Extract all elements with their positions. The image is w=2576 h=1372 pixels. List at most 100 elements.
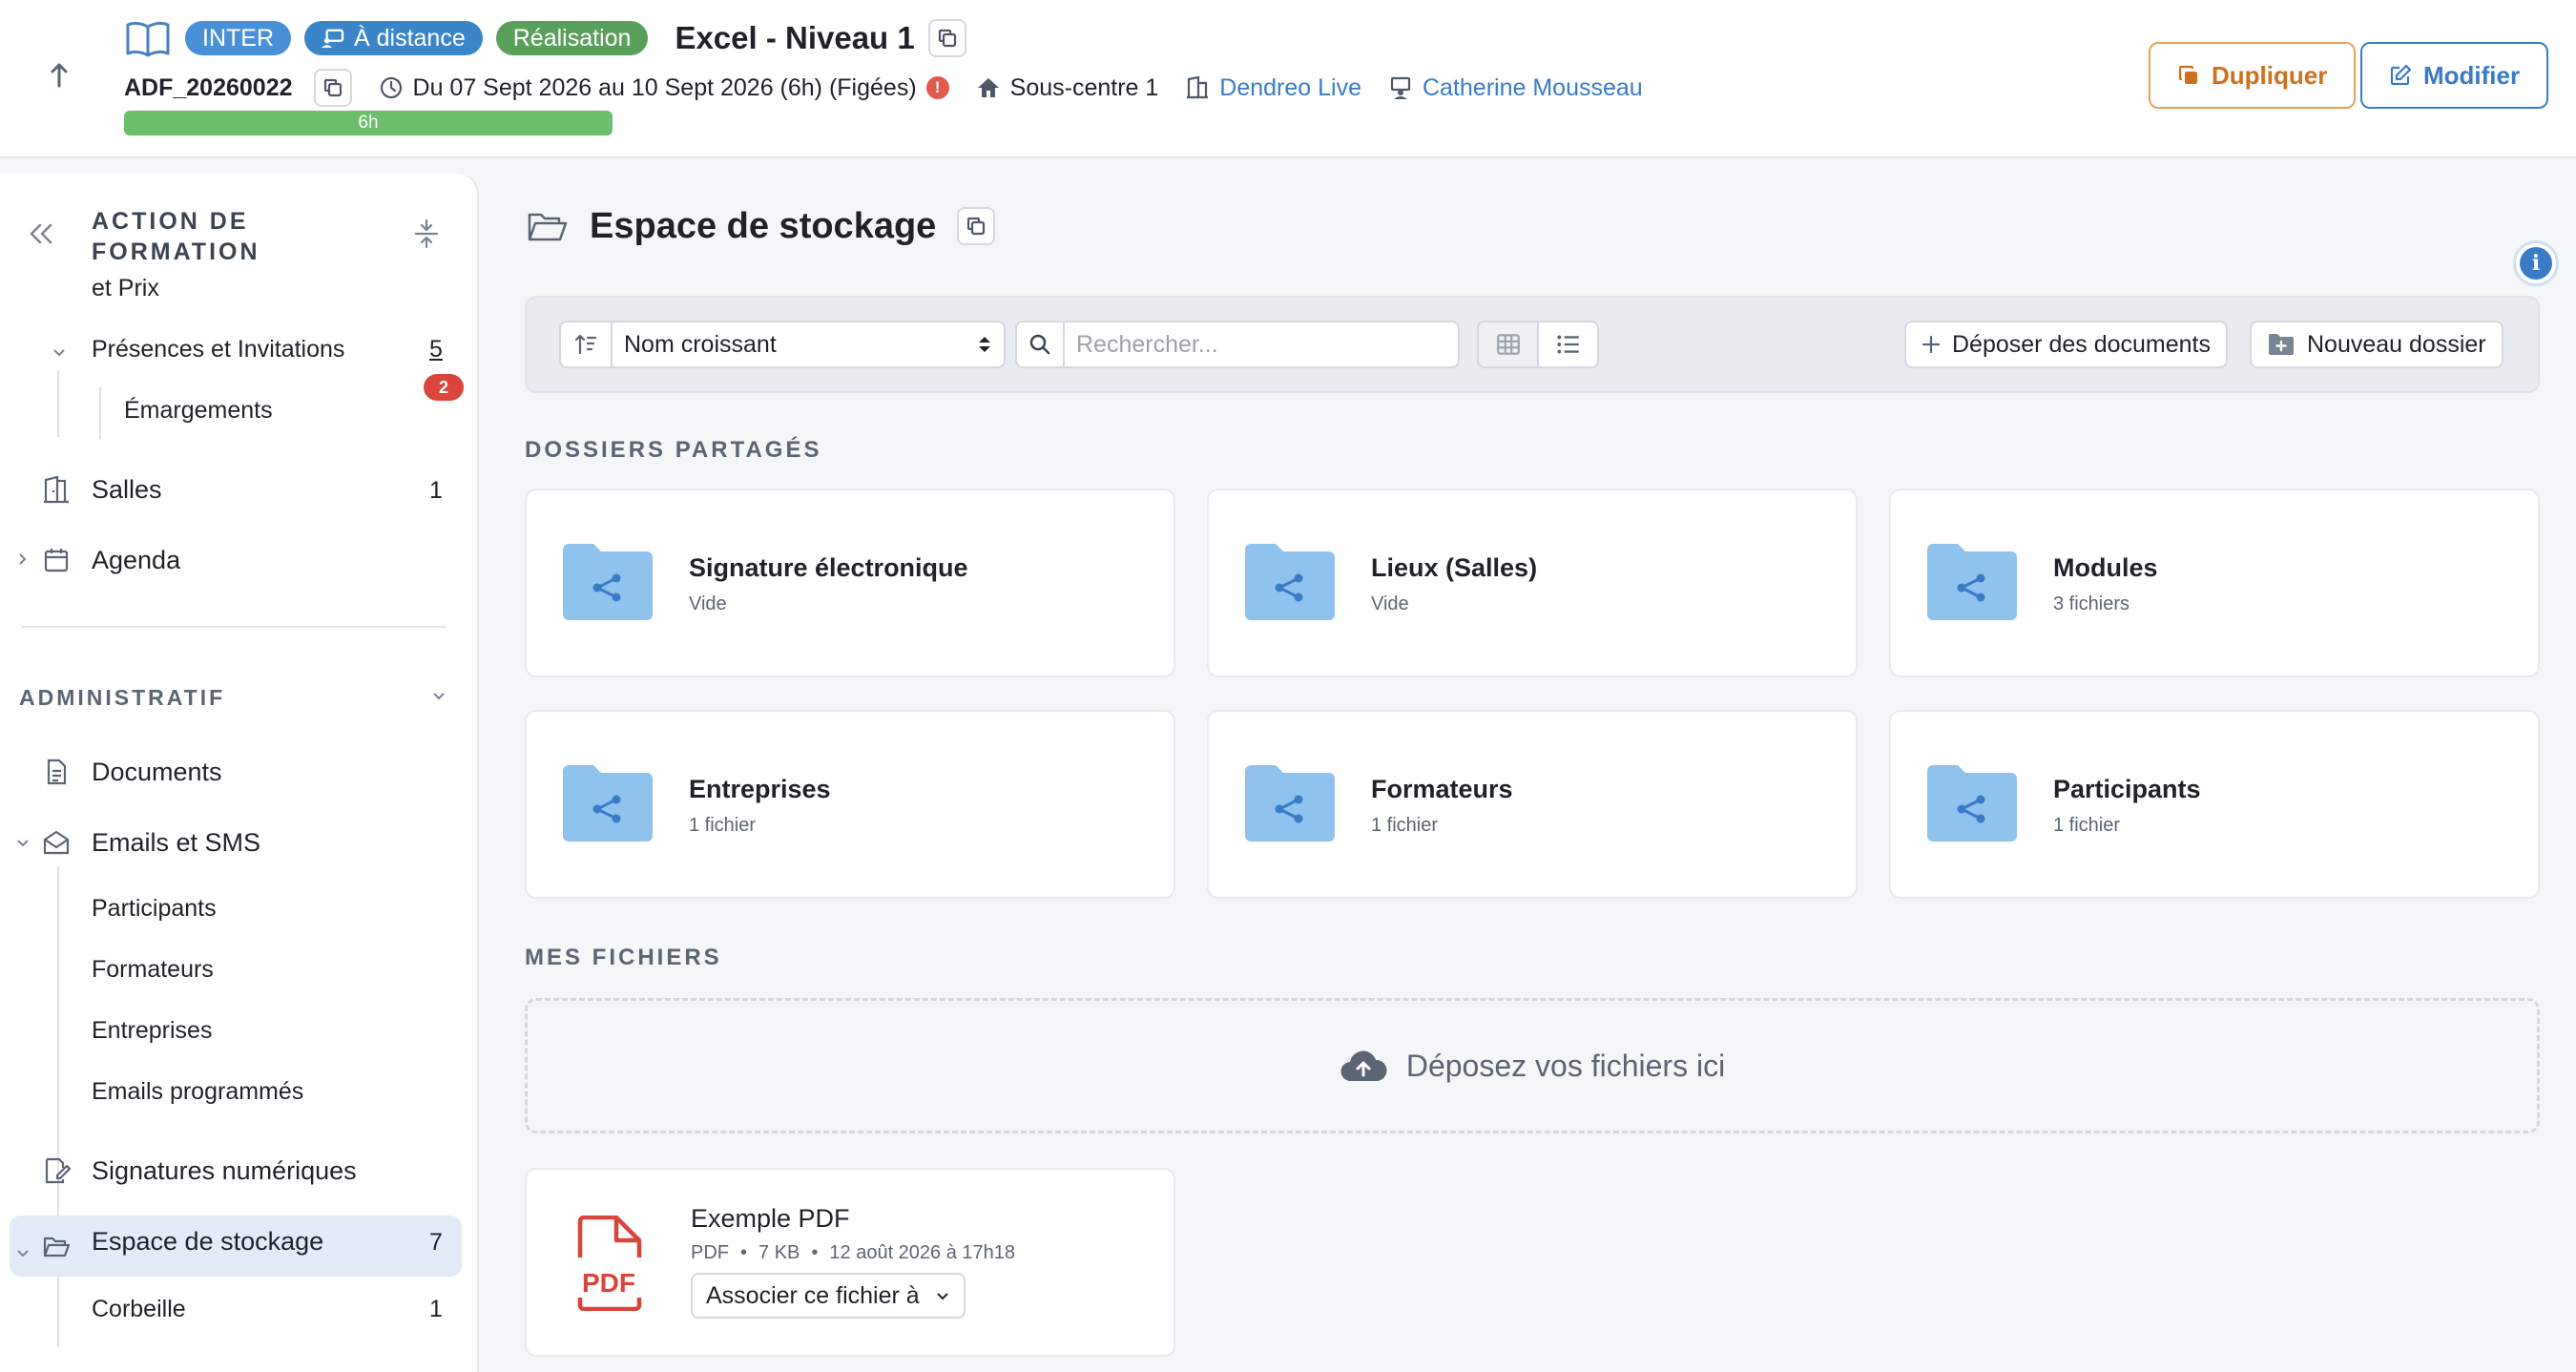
- copy-main-title-button[interactable]: [957, 207, 996, 245]
- folder-card[interactable]: Entreprises 1 fichier: [525, 710, 1175, 899]
- person-link[interactable]: Catherine Mousseau: [1423, 74, 1643, 102]
- pdf-icon-text: PDF: [582, 1268, 635, 1298]
- chevron-down-icon[interactable]: [429, 687, 448, 706]
- chevron-down-icon[interactable]: [50, 343, 69, 363]
- folder-card[interactable]: Signature électronique Vide: [525, 489, 1175, 677]
- duplicate-label: Dupliquer: [2212, 60, 2328, 90]
- cloud-upload-icon: [1340, 1050, 1387, 1082]
- file-date: 12 août 2026 à 17h18: [829, 1242, 1016, 1263]
- organisation-item[interactable]: Dendreo Live: [1185, 74, 1361, 102]
- trainer-icon: [1390, 76, 1411, 99]
- duplicate-button[interactable]: Dupliquer: [2149, 42, 2357, 109]
- sidebar-item-prix[interactable]: et Prix: [92, 275, 159, 302]
- copy-title-button[interactable]: [927, 19, 966, 57]
- file-size: 7 KB: [758, 1242, 800, 1263]
- presences-count: 5: [429, 336, 443, 363]
- copy-code-button[interactable]: [313, 69, 352, 107]
- sidebar-item-salles[interactable]: Salles: [92, 475, 162, 505]
- info-button[interactable]: i: [2513, 240, 2559, 286]
- sidebar-divider: [21, 626, 447, 628]
- sidebar-item-presences[interactable]: Présences et Invitations: [92, 336, 344, 364]
- header-meta-row: ADF_20260022 Du 07 Sept 2026 au 10 Sept …: [124, 67, 1643, 109]
- chevron-down-icon: [937, 1293, 948, 1300]
- sidebar-item-formateurs[interactable]: Formateurs: [92, 956, 214, 984]
- sidebar-item-emails-programmes[interactable]: Emails programmés: [92, 1078, 303, 1106]
- file-type: PDF: [691, 1242, 729, 1263]
- main-title: Espace de stockage: [527, 202, 996, 250]
- action-code: ADF_20260022: [124, 73, 293, 101]
- select-caret-icon: [966, 333, 1004, 356]
- edit-button[interactable]: Modifier: [2360, 42, 2549, 109]
- sidebar-item-participants[interactable]: Participants: [92, 895, 217, 923]
- shared-folder-icon: [563, 765, 653, 842]
- folder-card[interactable]: Formateurs 1 fichier: [1207, 710, 1858, 899]
- salles-count: 1: [429, 477, 443, 504]
- sort-select[interactable]: Nom croissant: [559, 321, 1006, 368]
- folder-name: Entreprises: [689, 775, 831, 803]
- sidebar-item-corbeille[interactable]: Corbeille: [92, 1296, 186, 1323]
- sidebar-item-emails[interactable]: Emails et SMS: [92, 828, 260, 858]
- top-header: INTER À distance Réalisation Excel - Niv…: [0, 0, 2576, 158]
- sidebar-item-entreprises[interactable]: Entreprises: [92, 1017, 212, 1045]
- shared-folder-icon: [1245, 544, 1335, 620]
- deposer-documents-button[interactable]: Déposer des documents: [1904, 321, 2228, 368]
- dropzone-label: Déposez vos fichiers ici: [1405, 1048, 1726, 1083]
- folder-card[interactable]: Modules 3 fichiers: [1889, 489, 2540, 677]
- folder-open-icon: [528, 213, 568, 241]
- folder-card[interactable]: Participants 1 fichier: [1889, 710, 2540, 899]
- sidebar-item-agenda[interactable]: Agenda: [92, 546, 180, 575]
- warning-icon[interactable]: !: [925, 76, 949, 99]
- mail-icon: [43, 830, 70, 855]
- file-card[interactable]: PDF Exemple PDF PDF • 7 KB • 12 août 202…: [525, 1168, 1175, 1357]
- sidebar-item-stockage[interactable]: Espace de stockage: [92, 1227, 323, 1257]
- list-view-button[interactable]: [1537, 322, 1597, 366]
- copy-icon: [938, 29, 956, 48]
- corbeille-count: 1: [429, 1296, 443, 1322]
- folder-count: 1 fichier: [689, 815, 757, 836]
- compress-icon[interactable]: [410, 218, 443, 250]
- folder-name: Signature électronique: [689, 553, 968, 582]
- home-icon: [977, 78, 999, 97]
- file-meta: PDF • 7 KB • 12 août 2026 à 17h18: [691, 1242, 1015, 1264]
- chevron-down-icon[interactable]: [13, 834, 32, 853]
- view-toggle: [1477, 321, 1599, 368]
- pdf-file-icon: PDF: [577, 1216, 642, 1311]
- door-icon: [44, 475, 69, 504]
- section-title-admin[interactable]: ADMINISTRATIF: [19, 685, 225, 711]
- chevron-down-icon[interactable]: [13, 1244, 32, 1263]
- edit-label: Modifier: [2423, 60, 2521, 90]
- header-title-row: INTER À distance Réalisation Excel - Niv…: [124, 17, 966, 59]
- folder-name: Participants: [2053, 775, 2201, 803]
- shared-folder-icon: [563, 544, 653, 620]
- sidebar: ACTION DE FORMATION et Prix Présences et…: [0, 174, 479, 1372]
- sidebar-item-emargements[interactable]: Émargements: [124, 397, 273, 425]
- folder-count: 3 fichiers: [2053, 593, 2130, 614]
- grid-view-button[interactable]: [1479, 322, 1537, 366]
- book-icon: [124, 19, 172, 57]
- sidebar-item-documents[interactable]: Documents: [92, 758, 222, 787]
- tree-line: [57, 1280, 59, 1347]
- folder-count: Vide: [689, 593, 727, 614]
- file-dropzone[interactable]: Déposez vos fichiers ici: [525, 998, 2540, 1133]
- meta-separator: •: [740, 1242, 748, 1263]
- folder-card[interactable]: Lieux (Salles) Vide: [1207, 489, 1858, 677]
- page-title: Excel - Niveau 1: [675, 20, 915, 55]
- folder-count: 1 fichier: [2053, 815, 2121, 836]
- main-title-text: Espace de stockage: [590, 205, 937, 246]
- calendar-icon: [44, 549, 69, 572]
- folder-name: Lieux (Salles): [1371, 553, 1538, 582]
- meta-separator: •: [811, 1242, 819, 1263]
- chevron-right-icon[interactable]: [13, 550, 32, 569]
- collapse-sidebar-icon[interactable]: [25, 218, 57, 250]
- location-item: Sous-centre 1: [976, 74, 1158, 102]
- associate-file-select[interactable]: Associer ce fichier à: [691, 1273, 966, 1319]
- organisation-link[interactable]: Dendreo Live: [1219, 74, 1361, 102]
- tree-line: [99, 387, 101, 439]
- search-input[interactable]: [1065, 330, 1458, 359]
- sidebar-item-signatures[interactable]: Signatures numériques: [92, 1156, 357, 1186]
- shared-folder-icon: [1245, 765, 1335, 842]
- plus-icon: [1922, 335, 1941, 354]
- back-arrow-icon[interactable]: [48, 57, 82, 92]
- person-item[interactable]: Catherine Mousseau: [1388, 74, 1643, 102]
- nouveau-dossier-button[interactable]: Nouveau dossier: [2250, 321, 2503, 368]
